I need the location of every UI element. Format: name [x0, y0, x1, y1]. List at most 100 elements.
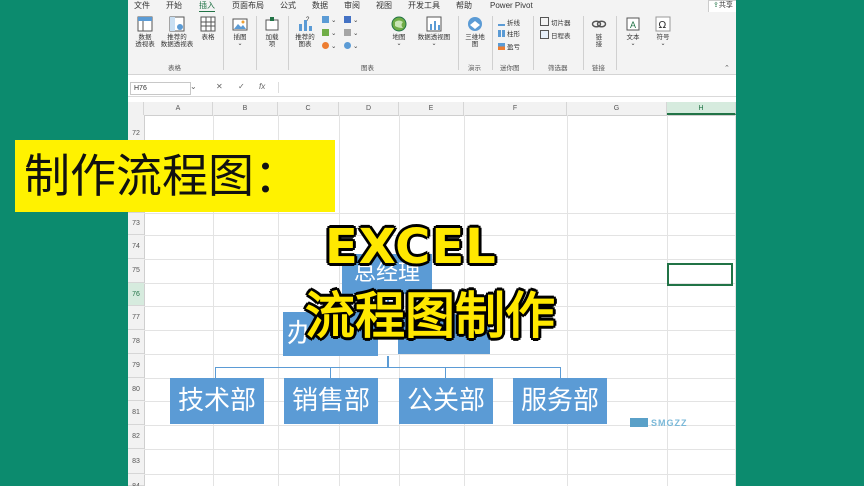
selected-cell-h76[interactable] [667, 263, 733, 286]
addins-button[interactable]: 加载 项 [260, 16, 284, 48]
slicer-icon [540, 17, 549, 26]
enter-icon[interactable]: ✓ [238, 82, 245, 91]
pivot-chart-label: 数据透视图 [417, 34, 451, 41]
text-label: 文本 [626, 34, 640, 41]
flowchart-box-tech[interactable]: 技术部 [170, 378, 264, 424]
sparkline-column-label: 柱形 [507, 31, 520, 38]
stat-chart-icon [344, 29, 351, 36]
row-header-73[interactable]: 73 [128, 213, 144, 235]
connector-line [215, 367, 561, 368]
sparkline-line-label: 折线 [507, 20, 520, 27]
select-all-button[interactable] [128, 102, 144, 115]
row-header-82[interactable]: 82 [128, 425, 144, 449]
table-icon [200, 16, 216, 32]
column-header-e[interactable]: E [399, 102, 464, 115]
share-label: 共享 [718, 2, 733, 9]
tab-page-layout[interactable]: 页面布局 [232, 0, 264, 11]
tab-review[interactable]: 审阅 [344, 0, 360, 11]
addins-label: 加载 项 [265, 34, 279, 48]
tab-developer[interactable]: 开发工具 [408, 0, 440, 11]
group-sparklines-label: 迷你图 [500, 65, 520, 72]
column-chart-icon [322, 16, 329, 23]
name-box-dropdown-icon[interactable]: ⌄ [190, 82, 197, 91]
row-header-84[interactable]: 84 [128, 474, 144, 486]
recommended-charts-button[interactable]: ? 推荐的 图表 [292, 16, 318, 48]
stat-chart-dropdown[interactable]: ⌄ [344, 29, 358, 38]
row-header-76[interactable]: 76 [128, 283, 144, 306]
tab-help[interactable]: 帮助 [456, 0, 472, 11]
row-header-83[interactable]: 83 [128, 449, 144, 474]
timeline-label: 日程表 [551, 33, 571, 40]
row-header-80[interactable]: 80 [128, 378, 144, 401]
link-button[interactable]: 链 接 [590, 16, 608, 48]
symbols-button[interactable]: Ω 符号 ⌄ [652, 16, 674, 48]
flowchart-box-service[interactable]: 服务部 [513, 378, 607, 424]
slicer-button[interactable]: 切片器 [540, 17, 571, 28]
column-chart-dropdown[interactable]: ⌄ [322, 16, 336, 25]
maps-button[interactable]: 地图 ⌄ [388, 16, 410, 48]
tab-view[interactable]: 视图 [376, 0, 392, 11]
fx-icon[interactable]: fx [259, 82, 265, 91]
row-header-81[interactable]: 81 [128, 401, 144, 425]
caption-line-1: EXCEL [325, 219, 497, 275]
text-button[interactable]: A 文本 ⌄ [622, 16, 644, 48]
tab-data[interactable]: 数据 [312, 0, 328, 11]
pie-chart-dropdown[interactable]: ⌄ [322, 42, 336, 51]
ribbon-separator [223, 16, 224, 70]
row-header-78[interactable]: 78 [128, 330, 144, 354]
ribbon-separator [616, 16, 617, 70]
recommended-pivot-button[interactable]: 推荐的 数据透视表 [160, 16, 194, 48]
timeline-button[interactable]: 日程表 [540, 30, 571, 41]
scatter-chart-dropdown[interactable]: ⌄ [344, 42, 358, 51]
pivot-chart-button[interactable]: 数据透视图 ⌄ [414, 16, 454, 48]
row-header-75[interactable]: 75 [128, 259, 144, 283]
3d-map-label: 三维地 图 [465, 34, 485, 48]
column-header-f[interactable]: F [464, 102, 567, 115]
name-box[interactable]: H76 [130, 82, 191, 95]
sparkline-line-button[interactable]: 折线 [498, 17, 520, 28]
flowchart-box-pr[interactable]: 公关部 [399, 378, 493, 424]
row-header-77[interactable]: 77 [128, 306, 144, 330]
globe-icon [391, 16, 407, 32]
hierarchy-chart-dropdown[interactable]: ⌄ [344, 16, 358, 25]
formula-input[interactable] [278, 82, 735, 93]
column-header-a[interactable]: A [144, 102, 213, 115]
link-label: 链 接 [595, 34, 603, 48]
column-header-h[interactable]: H [667, 102, 736, 115]
watermark-text: SMGZZ [651, 418, 688, 428]
tab-home[interactable]: 开始 [166, 0, 182, 11]
illustrations-icon [232, 18, 248, 31]
table-button[interactable]: 表格 [198, 16, 218, 41]
pie-chart-icon [322, 42, 329, 49]
sparkline-line-icon [498, 17, 505, 26]
ribbon-separator [256, 16, 257, 70]
text-box-icon: A [626, 17, 640, 31]
line-chart-dropdown[interactable]: ⌄ [322, 29, 336, 38]
sparkline-winloss-button[interactable]: 盈亏 [498, 43, 520, 52]
tab-file[interactable]: 文件 [134, 0, 150, 11]
column-header-g[interactable]: G [567, 102, 667, 115]
column-header-d[interactable]: D [339, 102, 399, 115]
table-label: 表格 [201, 34, 215, 41]
flowchart-box-sales[interactable]: 销售部 [284, 378, 378, 424]
row-header-74[interactable]: 74 [128, 235, 144, 259]
sparkline-column-button[interactable]: 柱形 [498, 30, 520, 39]
scatter-chart-icon [344, 42, 351, 49]
tab-power-pivot[interactable]: Power Pivot [490, 0, 533, 11]
tab-formulas[interactable]: 公式 [280, 0, 296, 11]
3d-map-button[interactable]: 三维地 图 [462, 16, 488, 48]
cancel-icon[interactable]: ✕ [216, 82, 223, 91]
ribbon-tab-bar: 文件 开始 插入 页面布局 公式 数据 审阅 视图 开发工具 帮助 Power … [128, 0, 736, 13]
row-header-79[interactable]: 79 [128, 354, 144, 378]
illustrations-button[interactable]: 插图 ⌄ [228, 16, 252, 48]
column-header-c[interactable]: C [278, 102, 339, 115]
collapse-ribbon-icon[interactable]: ⌃ [724, 64, 730, 72]
ribbon-separator [533, 16, 534, 70]
pivot-table-button[interactable]: 数据 透视表 [132, 16, 158, 48]
recommended-charts-icon: ? [299, 17, 312, 31]
svg-text:Ω: Ω [659, 20, 667, 31]
pivot-table-label: 数据 透视表 [135, 34, 155, 48]
link-icon [591, 20, 607, 28]
column-header-b[interactable]: B [213, 102, 278, 115]
group-tours-label: 演示 [468, 65, 481, 72]
